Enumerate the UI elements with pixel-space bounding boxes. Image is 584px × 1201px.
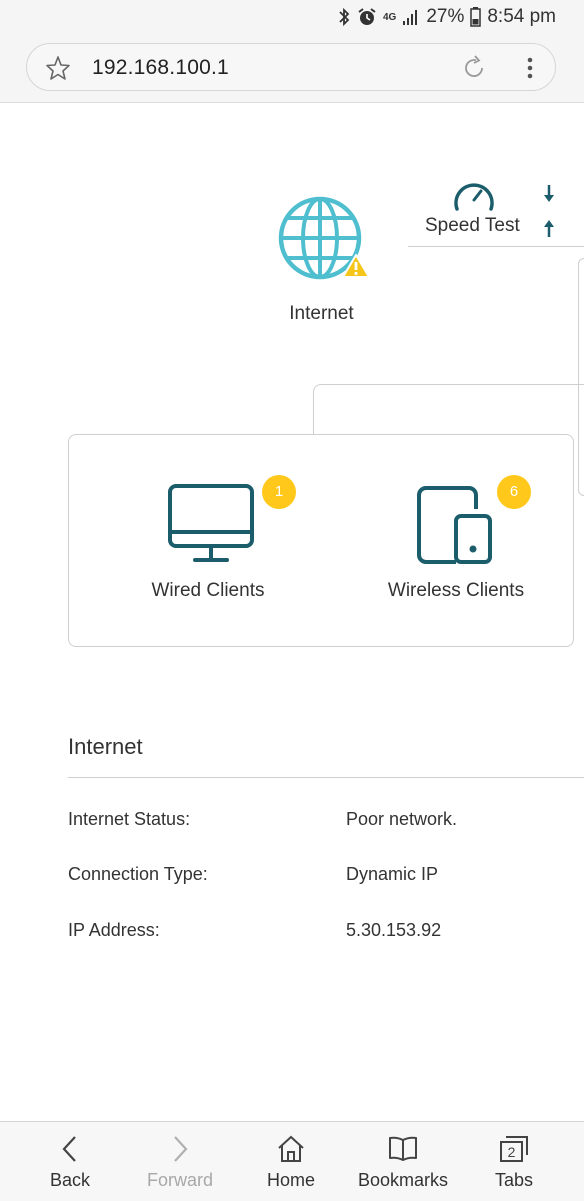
status-icons: 4G 27% 8:54 pm (337, 6, 556, 28)
network-type: 4G (382, 11, 397, 23)
upload-arrow-icon (544, 220, 554, 237)
chevron-left-icon (62, 1136, 76, 1162)
nav-home-button[interactable]: Home (236, 1122, 346, 1201)
ip-address-label: IP Address: (68, 920, 160, 940)
nav-tabs-label: Tabs (494, 1170, 534, 1190)
status-bar: 4G 27% 8:54 pm (0, 0, 584, 36)
signal-icon (403, 10, 418, 25)
reload-icon[interactable] (460, 54, 488, 82)
wireless-clients-label: Wireless Clients (387, 580, 525, 601)
internet-status-value: Poor network. (346, 809, 458, 829)
wireless-clients-button[interactable]: 6 Wireless Clients (331, 435, 581, 648)
browser-toolbar: 192.168.100.1 (0, 36, 584, 103)
tabs-icon: 2 (500, 1136, 528, 1162)
nav-home-label: Home (266, 1170, 315, 1190)
wireless-count-badge: 6 (497, 475, 531, 509)
clock: 8:54 pm (487, 6, 556, 27)
download-arrow-icon (544, 185, 554, 202)
internet-label: Internet (289, 303, 354, 324)
section-divider (68, 777, 584, 778)
book-icon (389, 1136, 417, 1161)
bluetooth-icon (339, 7, 350, 27)
tablet-phone-icon (417, 486, 492, 564)
url-text[interactable]: 192.168.100.1 (92, 56, 229, 80)
nav-forward-button[interactable]: Forward (125, 1122, 235, 1201)
bookmark-star-icon[interactable] (45, 55, 71, 81)
nav-back-button[interactable]: Back (15, 1122, 125, 1201)
desktop-monitor-icon (168, 484, 254, 562)
speedometer-icon (454, 183, 494, 211)
chevron-right-icon (174, 1136, 188, 1162)
home-icon (278, 1135, 304, 1162)
speed-test-label: Speed Test (425, 215, 520, 236)
clients-card: 1 Wired Clients 6 Wireless Clients (68, 434, 574, 647)
alarm-icon (358, 8, 376, 25)
wired-clients-button[interactable]: 1 Wired Clients (83, 435, 333, 648)
wired-count-badge: 1 (262, 475, 296, 509)
nav-bookmarks-button[interactable]: Bookmarks (348, 1122, 458, 1201)
nav-bookmarks-label: Bookmarks (357, 1170, 449, 1190)
internet-section-title: Internet (68, 734, 143, 759)
battery-icon (470, 7, 482, 27)
battery-percent: 27% (426, 6, 465, 27)
wired-clients-label: Wired Clients (151, 580, 265, 601)
connection-type-label: Connection Type: (68, 864, 208, 884)
more-menu-icon[interactable] (527, 56, 533, 80)
address-bar[interactable]: 192.168.100.1 (26, 43, 556, 91)
connection-type-value: Dynamic IP (346, 864, 439, 884)
browser-bottom-nav: Back Forward Home Bookmarks 2 Tabs (0, 1121, 584, 1201)
internet-status-label: Internet Status: (68, 809, 191, 829)
speed-test-button[interactable]: Speed Test (408, 178, 584, 247)
warning-icon (342, 254, 370, 278)
nav-forward-label: Forward (146, 1170, 213, 1190)
nav-back-label: Back (49, 1170, 91, 1190)
nav-tabs-button[interactable]: 2 Tabs (459, 1122, 569, 1201)
tabs-count: 2 (508, 1144, 516, 1160)
ip-address-value: 5.30.153.92 (346, 920, 442, 940)
